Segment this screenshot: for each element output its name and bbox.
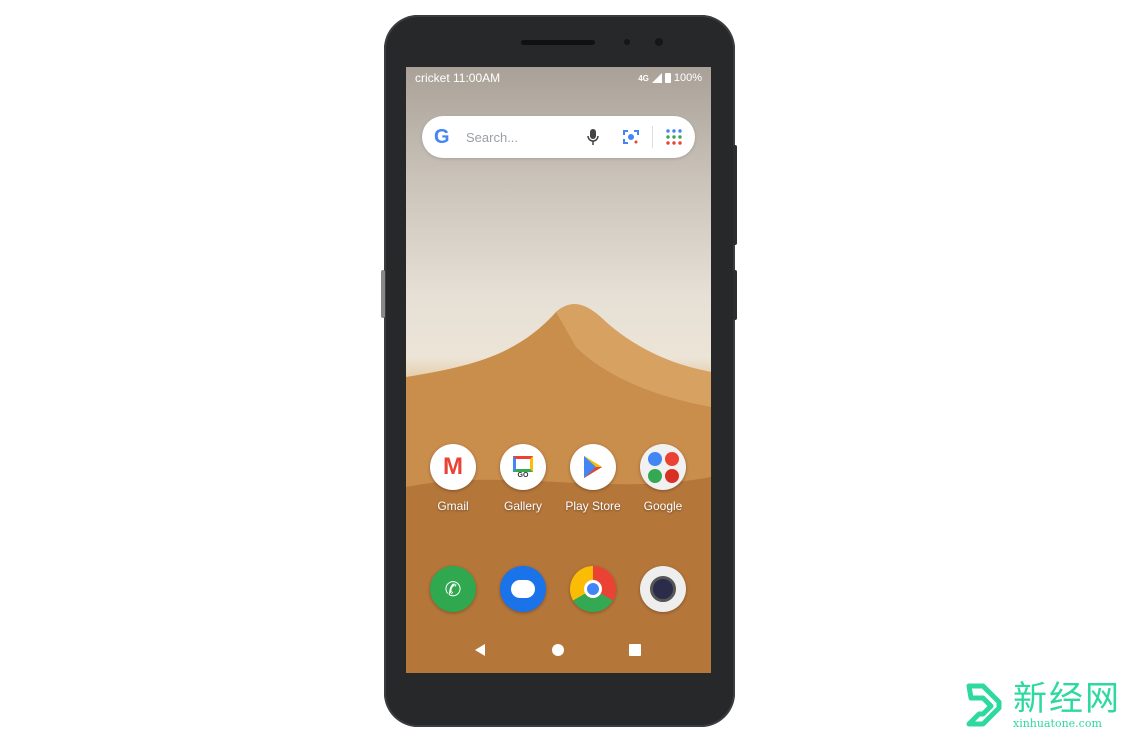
camera-icon: [640, 566, 686, 612]
google-search-bar[interactable]: G Search...: [422, 116, 695, 158]
volume-button[interactable]: [733, 270, 737, 320]
side-key[interactable]: [381, 270, 385, 318]
app-label: Gmail: [437, 499, 469, 513]
sensor: [624, 39, 630, 45]
battery-icon: [664, 73, 671, 83]
status-bar: cricket 11:00AM 4G 100%: [415, 71, 702, 85]
lens-icon[interactable]: [622, 128, 640, 146]
app-label: Google: [643, 499, 683, 513]
google-logo-icon: G: [434, 125, 450, 148]
recents-icon[interactable]: [629, 644, 641, 656]
app-label: Gallery: [503, 499, 542, 513]
phone-icon: ✆: [430, 566, 476, 612]
divider: [652, 126, 653, 148]
mic-icon[interactable]: [586, 128, 600, 146]
gmail-icon: M: [430, 444, 476, 490]
watermark-icon: [966, 683, 1002, 727]
front-camera: [655, 38, 663, 46]
clock: 11:00AM: [453, 71, 501, 85]
app-gmail[interactable]: M Gmail: [418, 444, 488, 513]
carrier: cricket: [415, 71, 450, 85]
search-input[interactable]: Search...: [466, 130, 586, 145]
play-store-icon: [570, 444, 616, 490]
google-folder-icon: [640, 444, 686, 490]
app-gallery[interactable]: GO Gallery: [488, 444, 558, 513]
dock-camera[interactable]: [628, 566, 698, 612]
home-icon[interactable]: [552, 644, 564, 656]
app-label: Play Store: [565, 499, 621, 513]
app-play-store[interactable]: Play Store: [558, 444, 628, 513]
signal-icon: [651, 73, 662, 83]
apps-grid-icon[interactable]: [665, 128, 683, 146]
chrome-icon: [570, 566, 616, 612]
network-4g-icon: 4G: [638, 73, 649, 83]
app-google-folder[interactable]: Google: [628, 444, 698, 513]
power-button[interactable]: [733, 145, 737, 245]
watermark-name: 新经网: [1013, 678, 1121, 719]
back-icon[interactable]: [475, 644, 485, 656]
battery-level: 100%: [673, 72, 702, 84]
watermark-logo: 新经网 xinhuatone.com: [965, 680, 1121, 730]
earpiece: [521, 40, 595, 45]
home-screen: cricket 11:00AM 4G 100% G Search... M Gm…: [406, 67, 711, 673]
dock-messages[interactable]: [488, 566, 558, 612]
dock-chrome[interactable]: [558, 566, 628, 612]
dock-phone[interactable]: ✆: [418, 566, 488, 612]
gallery-go-icon: GO: [500, 444, 546, 490]
messages-icon: [500, 566, 546, 612]
